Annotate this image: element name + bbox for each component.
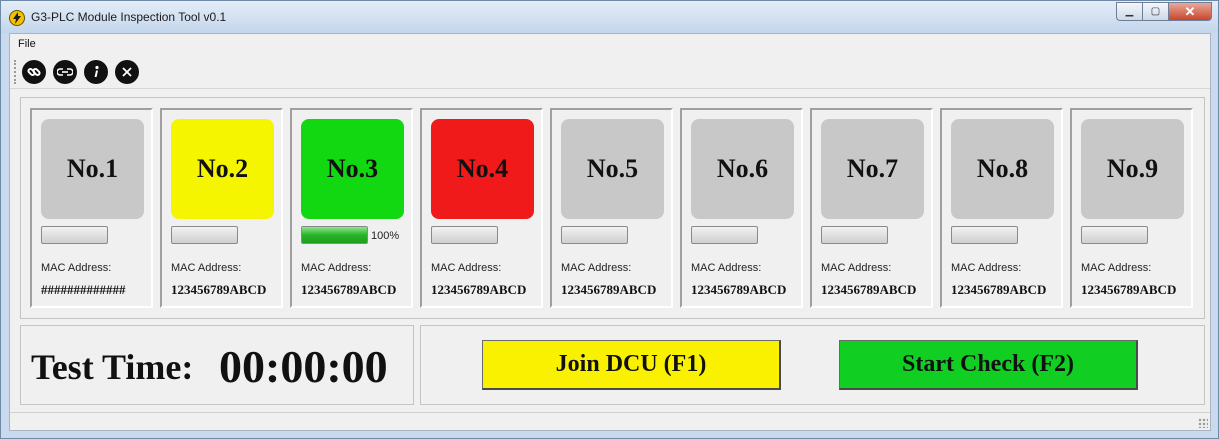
mac-address-label: MAC Address: xyxy=(41,262,112,274)
action-panel: Join DCU (F1) Start Check (F2) xyxy=(420,325,1205,405)
mac-address-value: ############# xyxy=(41,282,126,297)
module-progress-bar xyxy=(691,226,758,244)
unlink-icon[interactable] xyxy=(53,60,77,84)
minimize-button[interactable]: ▁ xyxy=(1116,2,1142,21)
app-logo-icon xyxy=(9,10,25,26)
module-card: No.4 MAC Address: 123456789ABCD xyxy=(420,108,543,308)
module-progress-bar xyxy=(431,226,498,244)
resize-grip[interactable] xyxy=(1198,418,1208,428)
exit-icon[interactable] xyxy=(115,60,139,84)
module-progress-bar xyxy=(1081,226,1148,244)
module-status-tile: No.5 xyxy=(561,119,664,219)
toolbar xyxy=(10,55,1210,89)
title-bar[interactable]: G3-PLC Module Inspection Tool v0.1 ▁ ▢ ✕ xyxy=(1,1,1218,33)
module-status-tile: No.7 xyxy=(821,119,924,219)
module-progress-bar xyxy=(171,226,238,244)
module-status-tile: No.4 xyxy=(431,119,534,219)
module-status-tile: No.2 xyxy=(171,119,274,219)
module-status-tile: No.9 xyxy=(1081,119,1184,219)
module-status-tile: No.8 xyxy=(951,119,1054,219)
toolbar-grip[interactable] xyxy=(14,60,16,84)
mac-address-value: 123456789ABCD xyxy=(301,282,397,297)
app-window: G3-PLC Module Inspection Tool v0.1 ▁ ▢ ✕… xyxy=(0,0,1219,439)
module-card: No.7 MAC Address: 123456789ABCD xyxy=(810,108,933,308)
modules-panel: No.1 MAC Address: ############# No.2 MAC Add… xyxy=(20,97,1205,319)
mac-address-label: MAC Address: xyxy=(171,262,242,274)
module-card: No.5 MAC Address: 123456789ABCD xyxy=(550,108,673,308)
module-progress-text: 100% xyxy=(371,230,400,242)
mac-address-value: 123456789ABCD xyxy=(691,282,787,297)
mac-address-label: MAC Address: xyxy=(431,262,502,274)
start-check-button[interactable]: Start Check (F2) xyxy=(839,340,1138,390)
module-status-tile: No.1 xyxy=(41,119,144,219)
join-dcu-button[interactable]: Join DCU (F1) xyxy=(482,340,781,390)
test-time-value: 00:00:00 xyxy=(219,341,388,392)
module-card: No.1 MAC Address: ############# xyxy=(30,108,153,308)
client-area: File No.1 MAC Address: ############# No.2 MA… xyxy=(9,33,1211,431)
link-icon[interactable] xyxy=(22,60,46,84)
status-bar xyxy=(10,412,1210,430)
module-progress-bar xyxy=(301,226,368,244)
mac-address-label: MAC Address: xyxy=(951,262,1022,274)
caption-buttons: ▁ ▢ ✕ xyxy=(1116,2,1212,21)
module-progress-bar xyxy=(561,226,628,244)
module-status-tile: No.3 xyxy=(301,119,404,219)
info-icon[interactable] xyxy=(84,60,108,84)
mac-address-label: MAC Address: xyxy=(301,262,372,274)
test-time-panel: Test Time: 00:00:00 xyxy=(20,325,414,405)
module-card: No.2 MAC Address: 123456789ABCD xyxy=(160,108,283,308)
mac-address-value: 123456789ABCD xyxy=(821,282,917,297)
mac-address-label: MAC Address: xyxy=(1081,262,1152,274)
mac-address-label: MAC Address: xyxy=(691,262,762,274)
module-card: No.6 MAC Address: 123456789ABCD xyxy=(680,108,803,308)
mac-address-value: 123456789ABCD xyxy=(171,282,267,297)
window-title: G3-PLC Module Inspection Tool v0.1 xyxy=(31,10,227,24)
mac-address-label: MAC Address: xyxy=(821,262,892,274)
menu-bar: File xyxy=(10,34,1210,55)
module-card: No.3 100% MAC Address: 123456789ABCD xyxy=(290,108,413,308)
close-window-button[interactable]: ✕ xyxy=(1168,2,1212,21)
maximize-button[interactable]: ▢ xyxy=(1142,2,1168,21)
module-progress-bar xyxy=(951,226,1018,244)
menu-file[interactable]: File xyxy=(18,38,36,50)
module-progress-bar xyxy=(821,226,888,244)
module-progress-bar xyxy=(41,226,108,244)
mac-address-value: 123456789ABCD xyxy=(951,282,1047,297)
module-card: No.9 MAC Address: 123456789ABCD xyxy=(1070,108,1193,308)
module-status-tile: No.6 xyxy=(691,119,794,219)
mac-address-value: 123456789ABCD xyxy=(561,282,657,297)
mac-address-value: 123456789ABCD xyxy=(1081,282,1177,297)
mac-address-label: MAC Address: xyxy=(561,262,632,274)
module-progress-fill xyxy=(302,227,367,243)
module-card: No.8 MAC Address: 123456789ABCD xyxy=(940,108,1063,308)
test-time-label: Test Time: xyxy=(31,347,194,387)
mac-address-value: 123456789ABCD xyxy=(431,282,527,297)
